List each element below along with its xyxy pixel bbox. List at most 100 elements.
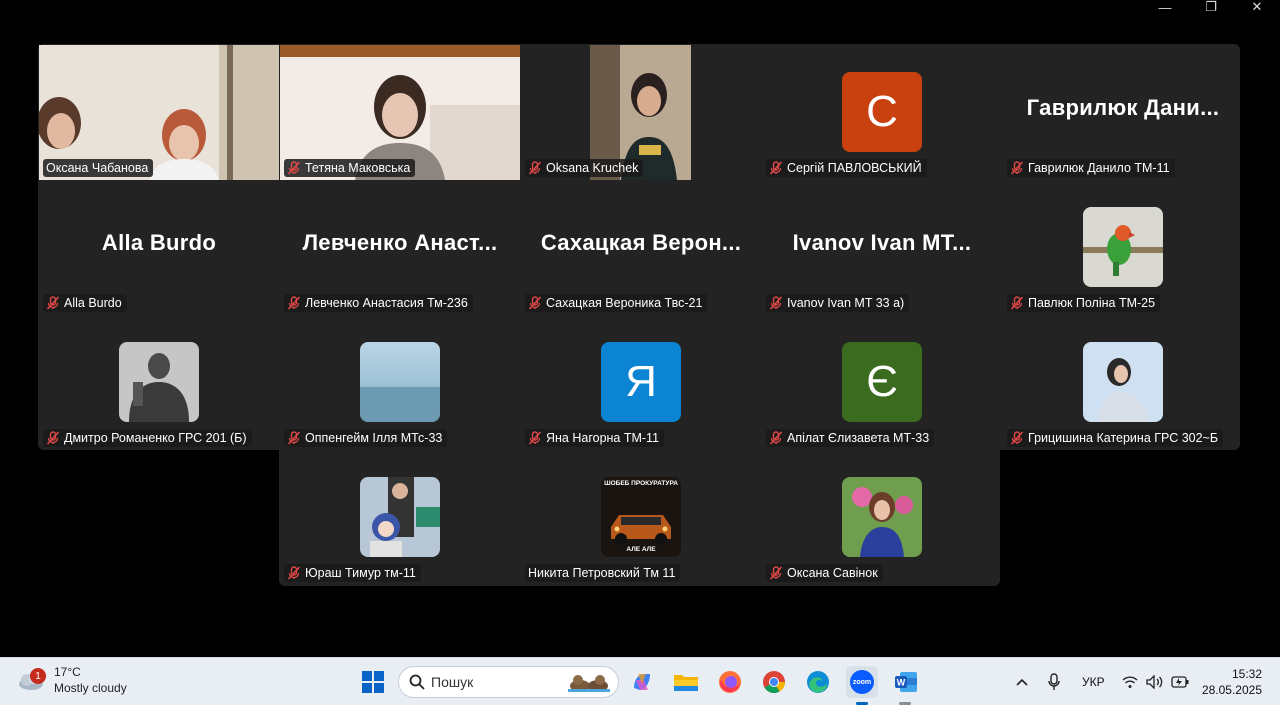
participant-name-label: Ivanov Ivan MT 33 a): [766, 294, 910, 312]
participant-name: Дмитро Романенко ГРС 201 (Б): [64, 431, 247, 445]
muted-microphone-icon: [769, 431, 783, 445]
zoom-app-icon[interactable]: zoom: [846, 666, 878, 698]
avatar-photo: [360, 477, 440, 557]
copilot-icon[interactable]: [629, 669, 655, 695]
file-explorer-icon[interactable]: [673, 669, 699, 695]
participant-name-label: Никита Петровский Тм 11: [525, 564, 681, 582]
avatar-photo: ШОБЕБ ПРОКУРАТУРА АЛЕ АЛЕ: [601, 477, 681, 557]
muted-microphone-icon: [528, 161, 542, 175]
participant-name: Оксана Савінок: [787, 566, 878, 580]
participant-display-name: Левченко Анаст...: [302, 230, 498, 255]
participant-name: Никита Петровский Тм 11: [528, 566, 676, 580]
muted-microphone-icon: [769, 566, 783, 580]
show-hidden-icons-chevron-up-icon[interactable]: [1016, 658, 1028, 705]
cloud-icon: 1: [16, 668, 46, 691]
avatar-photo: [360, 342, 440, 422]
participant-name: Alla Burdo: [64, 296, 122, 310]
participant-tile[interactable]: ШОБЕБ ПРОКУРАТУРА АЛЕ АЛЕ Никита Петровски…: [521, 450, 761, 585]
battery-icon[interactable]: [1171, 658, 1189, 705]
participant-tile[interactable]: Alla Burdo Alla Burdo: [39, 180, 279, 315]
muted-microphone-icon: [46, 431, 60, 445]
participant-tile[interactable]: Левченко Анаст... Левченко Анастасия Тм-2…: [280, 180, 520, 315]
participant-tile[interactable]: Юраш Тимур тм-11: [280, 450, 520, 585]
maximize-button[interactable]: ❐: [1188, 0, 1234, 14]
chrome-icon[interactable]: [761, 669, 787, 695]
zoom-label: zoom: [850, 670, 874, 694]
participant-tile[interactable]: Ivanov Ivan MT... Ivanov Ivan MT 33 a): [762, 180, 1002, 315]
svg-text:W: W: [897, 678, 906, 688]
participant-name: Оксана Чабанова: [46, 161, 149, 175]
participant-name: Павлюк Поліна ТМ-25: [1028, 296, 1156, 310]
participant-display-name: Ivanov Ivan MT...: [792, 230, 972, 255]
participant-display-name: Гаврилюк Дани...: [1026, 95, 1220, 120]
muted-microphone-icon: [769, 296, 783, 310]
avatar-photo: [842, 477, 922, 557]
weather-desc: Mostly cloudy: [54, 681, 127, 695]
participant-tile[interactable]: C Сергій ПАВЛОВСЬКИЙ: [762, 45, 1002, 180]
weather-temp: 17°C: [54, 665, 81, 679]
search-box[interactable]: Пошук: [398, 666, 619, 698]
window-controls: — ❐ ✕: [1142, 0, 1280, 15]
muted-microphone-icon: [287, 566, 301, 580]
participant-tile[interactable]: Павлюк Поліна ТМ-25: [1003, 180, 1243, 315]
firefox-icon[interactable]: [717, 669, 743, 695]
avatar-letter: Я: [601, 342, 681, 422]
volume-icon[interactable]: [1146, 658, 1164, 705]
muted-microphone-icon: [287, 161, 301, 175]
participant-name-label: Юраш Тимур тм-11: [284, 564, 421, 582]
muted-microphone-icon: [528, 296, 542, 310]
language-indicator[interactable]: УКР: [1082, 658, 1105, 705]
muted-microphone-icon: [46, 296, 60, 310]
participant-tile[interactable]: Є Апілат Єлизавета МТ-33: [762, 315, 1002, 450]
participant-name-label: Левченко Анастасия Тм-236: [284, 294, 473, 312]
participant-name-label: Гаврилюк Данило ТМ-11: [1007, 159, 1175, 177]
participant-name-label: Alla Burdo: [43, 294, 127, 312]
participant-name-label: Оксана Савінок: [766, 564, 883, 582]
avatar-photo: [119, 342, 199, 422]
participant-name-label: Апілат Єлизавета МТ-33: [766, 429, 935, 447]
muted-microphone-icon: [1010, 161, 1024, 175]
participant-name: Юраш Тимур тм-11: [305, 566, 416, 580]
avatar-letter: C: [842, 72, 922, 152]
participant-tile[interactable]: Грицишина Катерина ГРС 302~Б: [1003, 315, 1243, 450]
participant-name-label: Сергій ПАВЛОВСЬКИЙ: [766, 159, 927, 177]
participant-tile[interactable]: Дмитро Романенко ГРС 201 (Б): [39, 315, 279, 450]
muted-microphone-icon: [1010, 431, 1024, 445]
wifi-icon[interactable]: [1122, 658, 1138, 705]
participant-name-label: Оксана Чабанова: [43, 159, 154, 177]
participant-tile[interactable]: Оксана Чабанова: [39, 45, 279, 180]
avatar-letter: Є: [842, 342, 922, 422]
participant-name: Ivanov Ivan MT 33 a): [787, 296, 905, 310]
muted-microphone-icon: [287, 296, 301, 310]
close-button[interactable]: ✕: [1234, 0, 1280, 14]
participant-tile[interactable]: Я Яна Нагорна ТМ-11: [521, 315, 761, 450]
participant-name: Левченко Анастасия Тм-236: [305, 296, 468, 310]
search-icon: [409, 674, 425, 690]
participant-name: Гаврилюк Данило ТМ-11: [1028, 161, 1170, 175]
participant-name-label: Сахацкая Вероника Твс-21: [525, 294, 708, 312]
participant-tile[interactable]: Гаврилюк Дани... Гаврилюк Данило ТМ-11: [1003, 45, 1243, 180]
microphone-icon[interactable]: [1048, 658, 1060, 705]
participant-name: Тетяна Маковська: [305, 161, 411, 175]
participant-name: Оппенгейм Ілля МТс-33: [305, 431, 443, 445]
participant-name: Oksana Kruchek: [546, 161, 639, 175]
participant-display-name: Сахацкая Верон...: [540, 230, 742, 255]
participant-tile[interactable]: Oksana Kruchek: [521, 45, 761, 180]
word-icon[interactable]: W: [893, 669, 919, 695]
participant-tile[interactable]: Оппенгейм Ілля МТс-33: [280, 315, 520, 450]
participant-name-label: Оппенгейм Ілля МТс-33: [284, 429, 448, 447]
muted-microphone-icon: [1010, 296, 1024, 310]
participant-name-label: Павлюк Поліна ТМ-25: [1007, 294, 1161, 312]
participant-name-label: Яна Нагорна ТМ-11: [525, 429, 665, 447]
weather-widget[interactable]: 1 17°C Mostly cloudy: [16, 664, 127, 696]
muted-microphone-icon: [528, 431, 542, 445]
edge-icon[interactable]: [805, 669, 831, 695]
participant-display-name: Alla Burdo: [101, 230, 217, 255]
participant-tile[interactable]: Тетяна Маковська: [280, 45, 520, 180]
otters-search-highlight-icon: [568, 675, 610, 692]
start-button[interactable]: [360, 669, 386, 695]
participant-tile[interactable]: Сахацкая Верон... Сахацкая Вероника Твс-2…: [521, 180, 761, 315]
clock[interactable]: 15:32 28.05.2025: [1202, 666, 1262, 698]
participant-tile[interactable]: Оксана Савінок: [762, 450, 1002, 585]
minimize-button[interactable]: —: [1142, 0, 1188, 15]
